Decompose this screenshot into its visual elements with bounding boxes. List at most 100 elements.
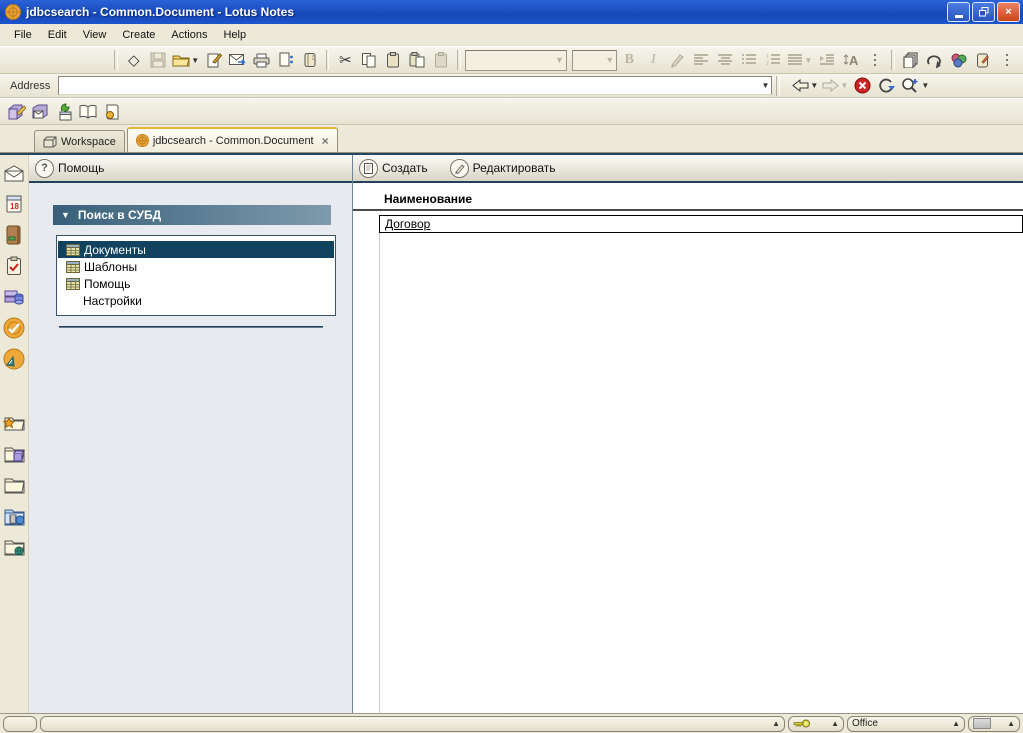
align-left-icon[interactable] (689, 49, 713, 71)
databases-folder-icon[interactable] (2, 442, 26, 466)
status-popup-icon[interactable]: ▲ (766, 719, 780, 728)
tab-jdbcsearch-common-document[interactable]: jdbcsearch - Common.Document × (127, 127, 338, 152)
contacts-icon[interactable] (2, 223, 26, 247)
status-popup-icon[interactable]: ▲ (825, 719, 839, 728)
close-tab-icon[interactable]: × (322, 134, 329, 148)
menu-edit[interactable]: Edit (40, 27, 75, 43)
more-tools-icon[interactable] (995, 49, 1019, 71)
document-properties-icon[interactable] (274, 49, 298, 71)
bullet-list-icon[interactable] (737, 49, 761, 71)
address-input[interactable]: ▼ (58, 76, 772, 95)
status-segment-message[interactable]: ▲ (40, 716, 785, 732)
print-icon[interactable] (250, 49, 274, 71)
align-center-icon[interactable] (713, 49, 737, 71)
view-row-selected[interactable]: Договор (379, 215, 1023, 233)
todo-icon[interactable] (2, 254, 26, 278)
box-mail-icon[interactable] (28, 101, 52, 123)
copy-icon[interactable] (357, 49, 381, 71)
paste-icon[interactable] (381, 49, 405, 71)
box-pencil-icon[interactable] (4, 101, 28, 123)
view-column-header[interactable]: Наименование (353, 183, 1023, 209)
list-item-settings[interactable]: Настройки (58, 292, 334, 309)
menu-help[interactable]: Help (215, 27, 254, 43)
search-icon[interactable]: ▼ (898, 75, 932, 97)
tab-workspace[interactable]: Workspace (34, 130, 125, 152)
menu-view[interactable]: View (75, 27, 115, 43)
replication-plant-icon[interactable] (52, 101, 76, 123)
list-item-templates[interactable]: Шаблоны (58, 258, 334, 275)
history-folder-icon[interactable] (2, 504, 26, 528)
open-dropdown-icon[interactable]: ▼ (191, 56, 199, 65)
menu-create[interactable]: Create (114, 27, 163, 43)
plain-folder-icon[interactable] (2, 473, 26, 497)
list-item-documents[interactable]: Документы (58, 241, 334, 258)
stacked-pages-icon[interactable] (899, 49, 923, 71)
status-segment-network[interactable] (3, 716, 37, 732)
back-dropdown-icon[interactable]: ▼ (810, 81, 818, 90)
stop-icon[interactable] (850, 75, 874, 97)
font-size-combo[interactable]: ▼ (572, 50, 617, 71)
paste-special-icon[interactable] (405, 49, 429, 71)
bold-icon[interactable]: B (617, 49, 641, 71)
menu-actions[interactable]: Actions (163, 27, 215, 43)
cut-icon[interactable]: ✂ (333, 49, 357, 71)
mail-icon[interactable] (2, 161, 26, 185)
list-item-label: Настройки (83, 294, 142, 308)
text-properties-icon[interactable]: A (839, 49, 863, 71)
favorites-folder-icon[interactable] (2, 411, 26, 435)
forward-icon[interactable]: ▼ (820, 75, 850, 97)
navigate-icon[interactable]: ◇ (122, 49, 146, 71)
forward-dropdown-icon[interactable]: ▼ (840, 81, 848, 90)
status-popup-icon[interactable]: ▲ (1001, 719, 1015, 728)
menu-file[interactable]: File (6, 27, 40, 43)
replicator-icon[interactable] (2, 285, 26, 309)
justify-icon[interactable]: ▼ (785, 49, 815, 71)
help-icon: ? (35, 159, 54, 178)
rotate-arrow-icon[interactable] (923, 49, 947, 71)
status-segment-location[interactable]: Office ▲ (847, 716, 965, 732)
document-link[interactable]: Договор (380, 217, 430, 231)
save-icon[interactable] (146, 49, 170, 71)
indent-icon[interactable] (815, 49, 839, 71)
search-dropdown-icon[interactable]: ▼ (921, 81, 929, 90)
view-action-bar: Создать Редактировать (353, 155, 1023, 183)
edit-button[interactable]: Редактировать (450, 159, 556, 178)
open-book-icon[interactable] (76, 101, 100, 123)
status-segment-security[interactable]: ▲ (788, 716, 844, 732)
notebook-icon[interactable] (298, 49, 322, 71)
refresh-icon[interactable] (874, 75, 898, 97)
clipboard-pencil-icon[interactable] (971, 49, 995, 71)
font-name-combo[interactable]: ▼ (465, 50, 567, 71)
italic-icon[interactable]: I (641, 49, 665, 71)
book-coin-icon[interactable] (100, 101, 124, 123)
designer-icon[interactable] (2, 347, 26, 371)
highlighter-icon[interactable] (665, 49, 689, 71)
paste-disabled-icon[interactable] (429, 49, 453, 71)
open-folder-icon[interactable]: ▼ (170, 49, 202, 71)
status-segment-mail[interactable]: ▲ (968, 716, 1020, 732)
navigation-buttons: ▼ ▼ ▼ (790, 75, 932, 97)
send-mail-icon[interactable] (226, 49, 250, 71)
internet-folder-icon[interactable] (2, 535, 26, 559)
section-header-db-search[interactable]: ▼ Поиск в СУБД (53, 205, 331, 225)
numbered-list-icon[interactable]: 12 (761, 49, 785, 71)
list-item-help[interactable]: Помощь (58, 275, 334, 292)
view-table-icon (66, 244, 80, 256)
calendar-icon[interactable]: 18 (2, 192, 26, 216)
close-button[interactable]: × (997, 2, 1020, 22)
status-popup-icon[interactable]: ▲ (946, 719, 960, 728)
address-dropdown-icon[interactable]: ▼ (761, 81, 769, 90)
minimize-icon (955, 15, 963, 18)
back-icon[interactable]: ▼ (790, 75, 820, 97)
colored-balls-icon[interactable] (947, 49, 971, 71)
welcome-check-icon[interactable] (2, 316, 26, 340)
more-format-options-icon[interactable] (863, 49, 887, 71)
collapse-triangle-icon[interactable]: ▼ (61, 210, 70, 220)
restore-button[interactable] (972, 2, 995, 22)
help-button[interactable]: ? Помощь (35, 159, 104, 178)
edit-document-icon[interactable] (202, 49, 226, 71)
minimize-button[interactable] (947, 2, 970, 22)
edit-pencil-icon (450, 159, 469, 178)
view-pane: Создать Редактировать Наименование Догов… (353, 155, 1023, 713)
create-button[interactable]: Создать (359, 159, 428, 178)
